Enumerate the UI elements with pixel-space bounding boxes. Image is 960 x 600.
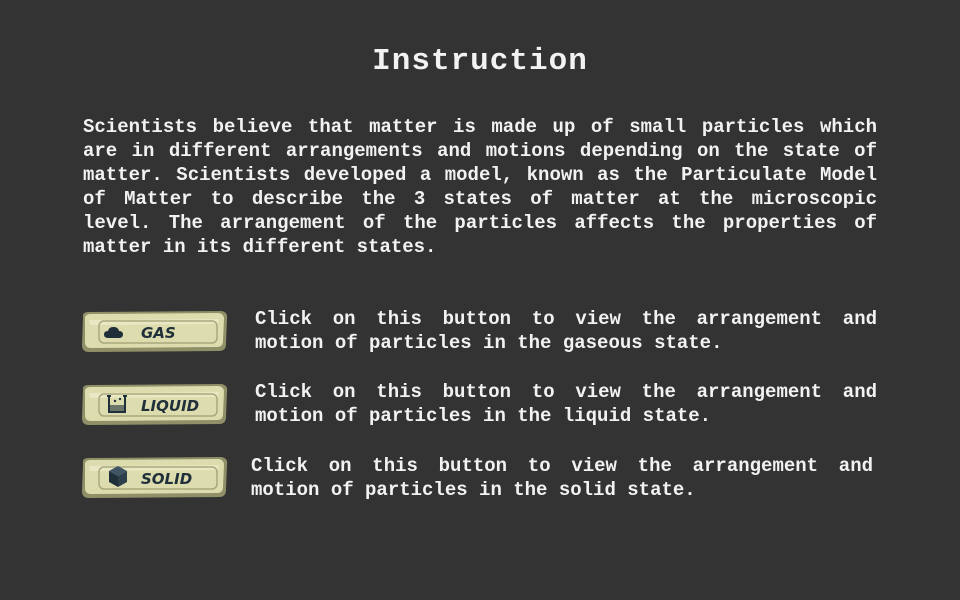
page-title: Instruction (372, 44, 588, 79)
gas-button-label: GAS (141, 324, 176, 342)
liquid-description: Click on this button to view the arrange… (255, 381, 877, 427)
solid-description: Click on this button to view the arrange… (251, 455, 873, 501)
liquid-button[interactable]: LIQUID (79, 383, 229, 427)
solid-button-label: SOLID (141, 470, 192, 488)
intro-paragraph: Scientists believe that matter is made u… (83, 116, 877, 258)
instruction-screen: Instruction Scientists believe that matt… (0, 0, 960, 600)
gas-button[interactable]: GAS (79, 310, 229, 354)
solid-button[interactable]: SOLID (79, 456, 229, 500)
gas-description: Click on this button to view the arrange… (255, 308, 877, 354)
liquid-button-label: LIQUID (141, 397, 199, 415)
